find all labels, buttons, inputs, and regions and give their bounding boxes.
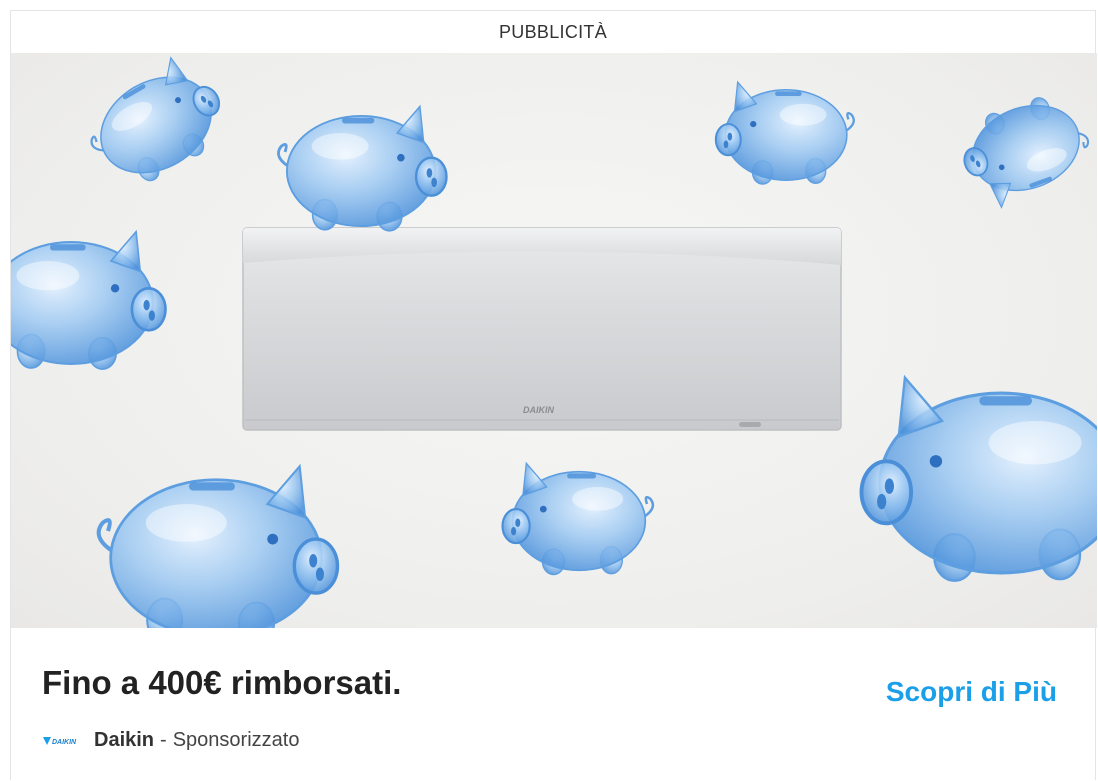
- ad-footer: Fino a 400€ rimborsati. DAIKIN Daikin - …: [11, 628, 1097, 781]
- ad-card: PUBBLICITÀ DAIKIN Fino a 400€ rimborsati…: [10, 10, 1097, 781]
- daikin-logo-icon: DAIKIN: [43, 736, 77, 746]
- sponsor-line: DAIKIN Daikin - Sponsorizzato: [42, 729, 299, 752]
- sponsored-label: Sponsorizzato: [172, 729, 300, 751]
- ad-headline[interactable]: Fino a 400€ rimborsati.: [42, 664, 401, 702]
- ad-label: PUBBLICITÀ: [498, 22, 608, 42]
- learn-more-button[interactable]: Scopri di Più: [886, 676, 1057, 708]
- air-conditioner-illustration: DAIKIN: [242, 227, 842, 431]
- advertiser-name[interactable]: Daikin: [94, 729, 154, 752]
- separator: -: [160, 729, 167, 751]
- svg-text:DAIKIN: DAIKIN: [52, 739, 77, 746]
- ad-creative-image[interactable]: DAIKIN: [11, 53, 1097, 628]
- daikin-unit-logo: DAIKIN: [523, 405, 554, 415]
